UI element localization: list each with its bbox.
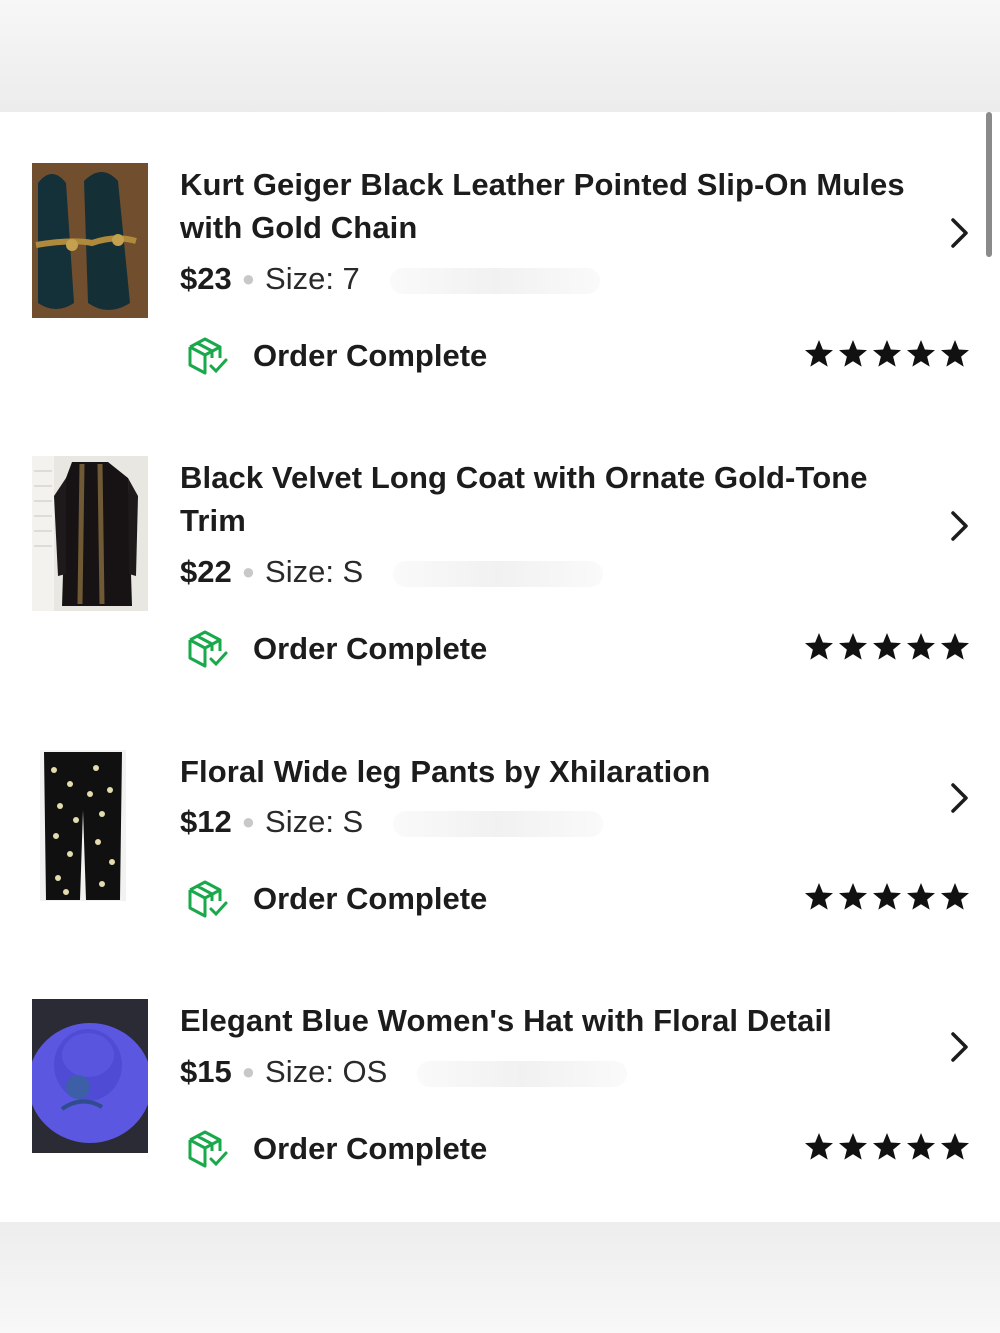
redacted-username (417, 1060, 628, 1087)
bottom-backdrop (0, 1222, 1000, 1333)
product-thumbnail-hat[interactable] (32, 999, 148, 1153)
size: Size: S (265, 804, 364, 839)
order-status: Order Complete (186, 1127, 976, 1171)
product-title[interactable]: Kurt Geiger Black Leather Pointed Slip-O… (180, 163, 910, 249)
package-check-icon (188, 337, 228, 375)
price-size-line: $22 ● Size: S (180, 552, 604, 592)
product-title[interactable]: Floral Wide leg Pants by Xhilaration (180, 750, 910, 793)
product-title[interactable]: Elegant Blue Women's Hat with Floral Det… (180, 999, 910, 1042)
status-label: Order Complete (253, 631, 488, 666)
star-icon (839, 340, 867, 367)
product-thumbnail-mules[interactable] (32, 163, 148, 318)
scrollbar[interactable] (986, 112, 992, 257)
chevron-right-icon[interactable] (945, 216, 973, 250)
rating-stars (803, 881, 971, 917)
size: Size: OS (265, 1054, 388, 1089)
size: Size: 7 (265, 261, 360, 296)
product-thumbnail-pants[interactable] (40, 750, 126, 901)
package-check-icon (188, 880, 228, 918)
product-thumbnail-coat[interactable] (32, 456, 148, 611)
price: $15 (180, 1054, 232, 1089)
price: $23 (180, 261, 232, 296)
star-icon (839, 1133, 867, 1160)
separator-dot: ● (241, 809, 256, 834)
price-size-line: $23 ● Size: 7 (180, 259, 600, 299)
star-icon (907, 340, 935, 367)
price-size-line: $15 ● Size: OS (180, 1052, 628, 1092)
star-icon (839, 633, 867, 660)
redacted-username (389, 267, 600, 294)
star-icon (805, 340, 833, 367)
package-check-icon (188, 630, 228, 668)
star-icon (839, 883, 867, 910)
star-icon (941, 340, 969, 367)
redacted-username (393, 810, 604, 837)
star-icon (941, 1133, 969, 1160)
star-icon (873, 1133, 901, 1160)
chevron-right-icon[interactable] (945, 509, 973, 543)
separator-dot: ● (241, 559, 256, 584)
star-icon (907, 1133, 935, 1160)
star-icon (873, 883, 901, 910)
rating-stars (803, 338, 971, 374)
separator-dot: ● (241, 1059, 256, 1084)
star-icon (873, 633, 901, 660)
status-label: Order Complete (253, 881, 488, 916)
size: Size: S (265, 554, 364, 589)
star-icon (805, 633, 833, 660)
price-size-line: $12 ● Size: S (180, 802, 604, 842)
chevron-right-icon[interactable] (945, 781, 973, 815)
order-status: Order Complete (186, 334, 976, 378)
rating-stars (803, 1131, 971, 1167)
order-status: Order Complete (186, 627, 976, 671)
price: $12 (180, 804, 232, 839)
star-icon (941, 633, 969, 660)
redacted-username (393, 560, 604, 587)
order-status: Order Complete (186, 877, 976, 921)
product-title[interactable]: Black Velvet Long Coat with Ornate Gold-… (180, 456, 910, 542)
status-label: Order Complete (253, 1131, 488, 1166)
separator-dot: ● (241, 266, 256, 291)
package-check-icon (188, 1130, 228, 1168)
star-icon (805, 1133, 833, 1160)
status-label: Order Complete (253, 338, 488, 373)
star-icon (805, 883, 833, 910)
chevron-right-icon[interactable] (945, 1030, 973, 1064)
price: $22 (180, 554, 232, 589)
rating-stars (803, 631, 971, 667)
star-icon (873, 340, 901, 367)
star-icon (907, 883, 935, 910)
top-backdrop (0, 0, 1000, 112)
star-icon (907, 633, 935, 660)
star-icon (941, 883, 969, 910)
